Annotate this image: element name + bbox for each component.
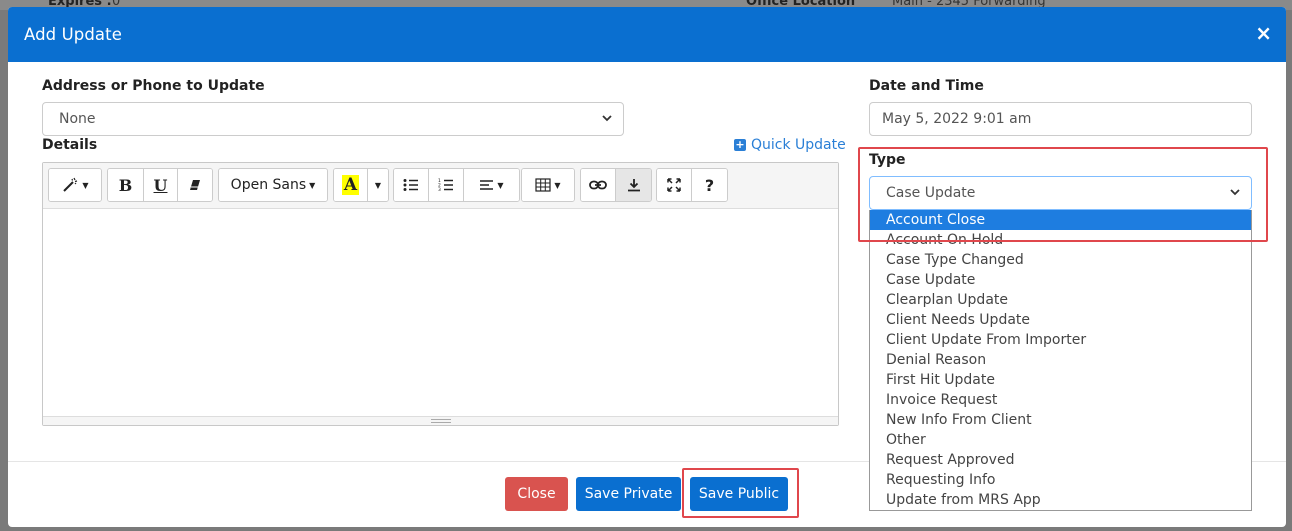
font-family-dropdown[interactable]: Open Sans ▼	[219, 169, 327, 201]
address-select-value: None	[59, 111, 96, 127]
quick-update-link[interactable]: + Quick Update	[734, 137, 846, 153]
editor-toolbar: ▼ B U Open Sans ▼ A ▼ 1 2 3 ▼ ▼ ?	[43, 163, 838, 209]
save-public-highlight-box	[682, 468, 799, 518]
bold-button[interactable]: B	[108, 169, 144, 201]
address-select[interactable]: None	[42, 102, 624, 136]
plus-square-icon: +	[734, 138, 746, 151]
toolbar-group-insert	[580, 168, 652, 202]
toolbar-group-style: ▼	[48, 168, 102, 202]
help-icon[interactable]: ?	[692, 169, 727, 201]
quick-update-text: Quick Update	[751, 137, 846, 153]
date-time-value: May 5, 2022 9:01 am	[882, 111, 1032, 127]
rich-text-editor: ▼ B U Open Sans ▼ A ▼ 1 2 3 ▼ ▼ ?	[42, 162, 839, 426]
font-color-letter: A	[341, 175, 360, 195]
address-label: Address or Phone to Update	[42, 78, 265, 94]
modal-header: Add Update ×	[8, 7, 1286, 62]
type-option[interactable]: Client Update From Importer	[870, 330, 1251, 350]
table-icon[interactable]: ▼	[522, 169, 574, 201]
type-option[interactable]: Update from MRS App	[870, 490, 1251, 510]
toolbar-group-table: ▼	[521, 168, 575, 202]
close-icon[interactable]: ×	[1255, 23, 1272, 43]
type-option[interactable]: Denial Reason	[870, 350, 1251, 370]
modal-title: Add Update	[24, 25, 122, 44]
font-family-label: Open Sans	[230, 177, 307, 193]
toolbar-group-font: Open Sans ▼	[218, 168, 328, 202]
save-private-button[interactable]: Save Private	[576, 477, 681, 511]
align-icon[interactable]: ▼	[464, 169, 519, 201]
details-label: Details	[42, 137, 98, 153]
type-option[interactable]: Other	[870, 430, 1251, 450]
type-options-list: Account Close Account On Hold Case Type …	[869, 210, 1252, 511]
link-icon[interactable]	[581, 169, 616, 201]
download-icon[interactable]	[616, 169, 651, 201]
type-option[interactable]: Client Needs Update	[870, 310, 1251, 330]
svg-text:3: 3	[438, 187, 441, 192]
type-option[interactable]: First Hit Update	[870, 370, 1251, 390]
ordered-list-icon[interactable]: 123	[429, 169, 464, 201]
unordered-list-icon[interactable]	[394, 169, 429, 201]
eraser-icon[interactable]	[178, 169, 212, 201]
toolbar-group-color: A ▼	[333, 168, 389, 202]
type-option[interactable]: Case Type Changed	[870, 250, 1251, 270]
chevron-down-icon	[602, 115, 612, 122]
date-time-label: Date and Time	[869, 78, 984, 94]
toolbar-group-misc: ?	[656, 168, 728, 202]
font-color-caret[interactable]: ▼	[368, 169, 388, 201]
add-update-modal: Add Update × Address or Phone to Update …	[8, 7, 1286, 527]
font-color-icon[interactable]: A	[334, 169, 368, 201]
date-time-input[interactable]: May 5, 2022 9:01 am	[869, 102, 1252, 136]
resize-grip-icon	[431, 419, 451, 423]
type-option[interactable]: Invoice Request	[870, 390, 1251, 410]
fullscreen-icon[interactable]	[657, 169, 692, 201]
close-button[interactable]: Close	[505, 477, 568, 511]
toolbar-group-font-style: B U	[107, 168, 213, 202]
editor-content-area[interactable]	[43, 209, 838, 416]
underline-button[interactable]: U	[144, 169, 178, 201]
type-highlight-box	[858, 147, 1268, 242]
editor-resize-handle[interactable]	[43, 416, 838, 425]
type-option[interactable]: Clearplan Update	[870, 290, 1251, 310]
magic-wand-icon[interactable]: ▼	[49, 169, 101, 201]
type-option[interactable]: Request Approved	[870, 450, 1251, 470]
toolbar-group-paragraph: 123 ▼	[393, 168, 520, 202]
type-option[interactable]: Case Update	[870, 270, 1251, 290]
type-option[interactable]: New Info From Client	[870, 410, 1251, 430]
type-option[interactable]: Requesting Info	[870, 470, 1251, 490]
